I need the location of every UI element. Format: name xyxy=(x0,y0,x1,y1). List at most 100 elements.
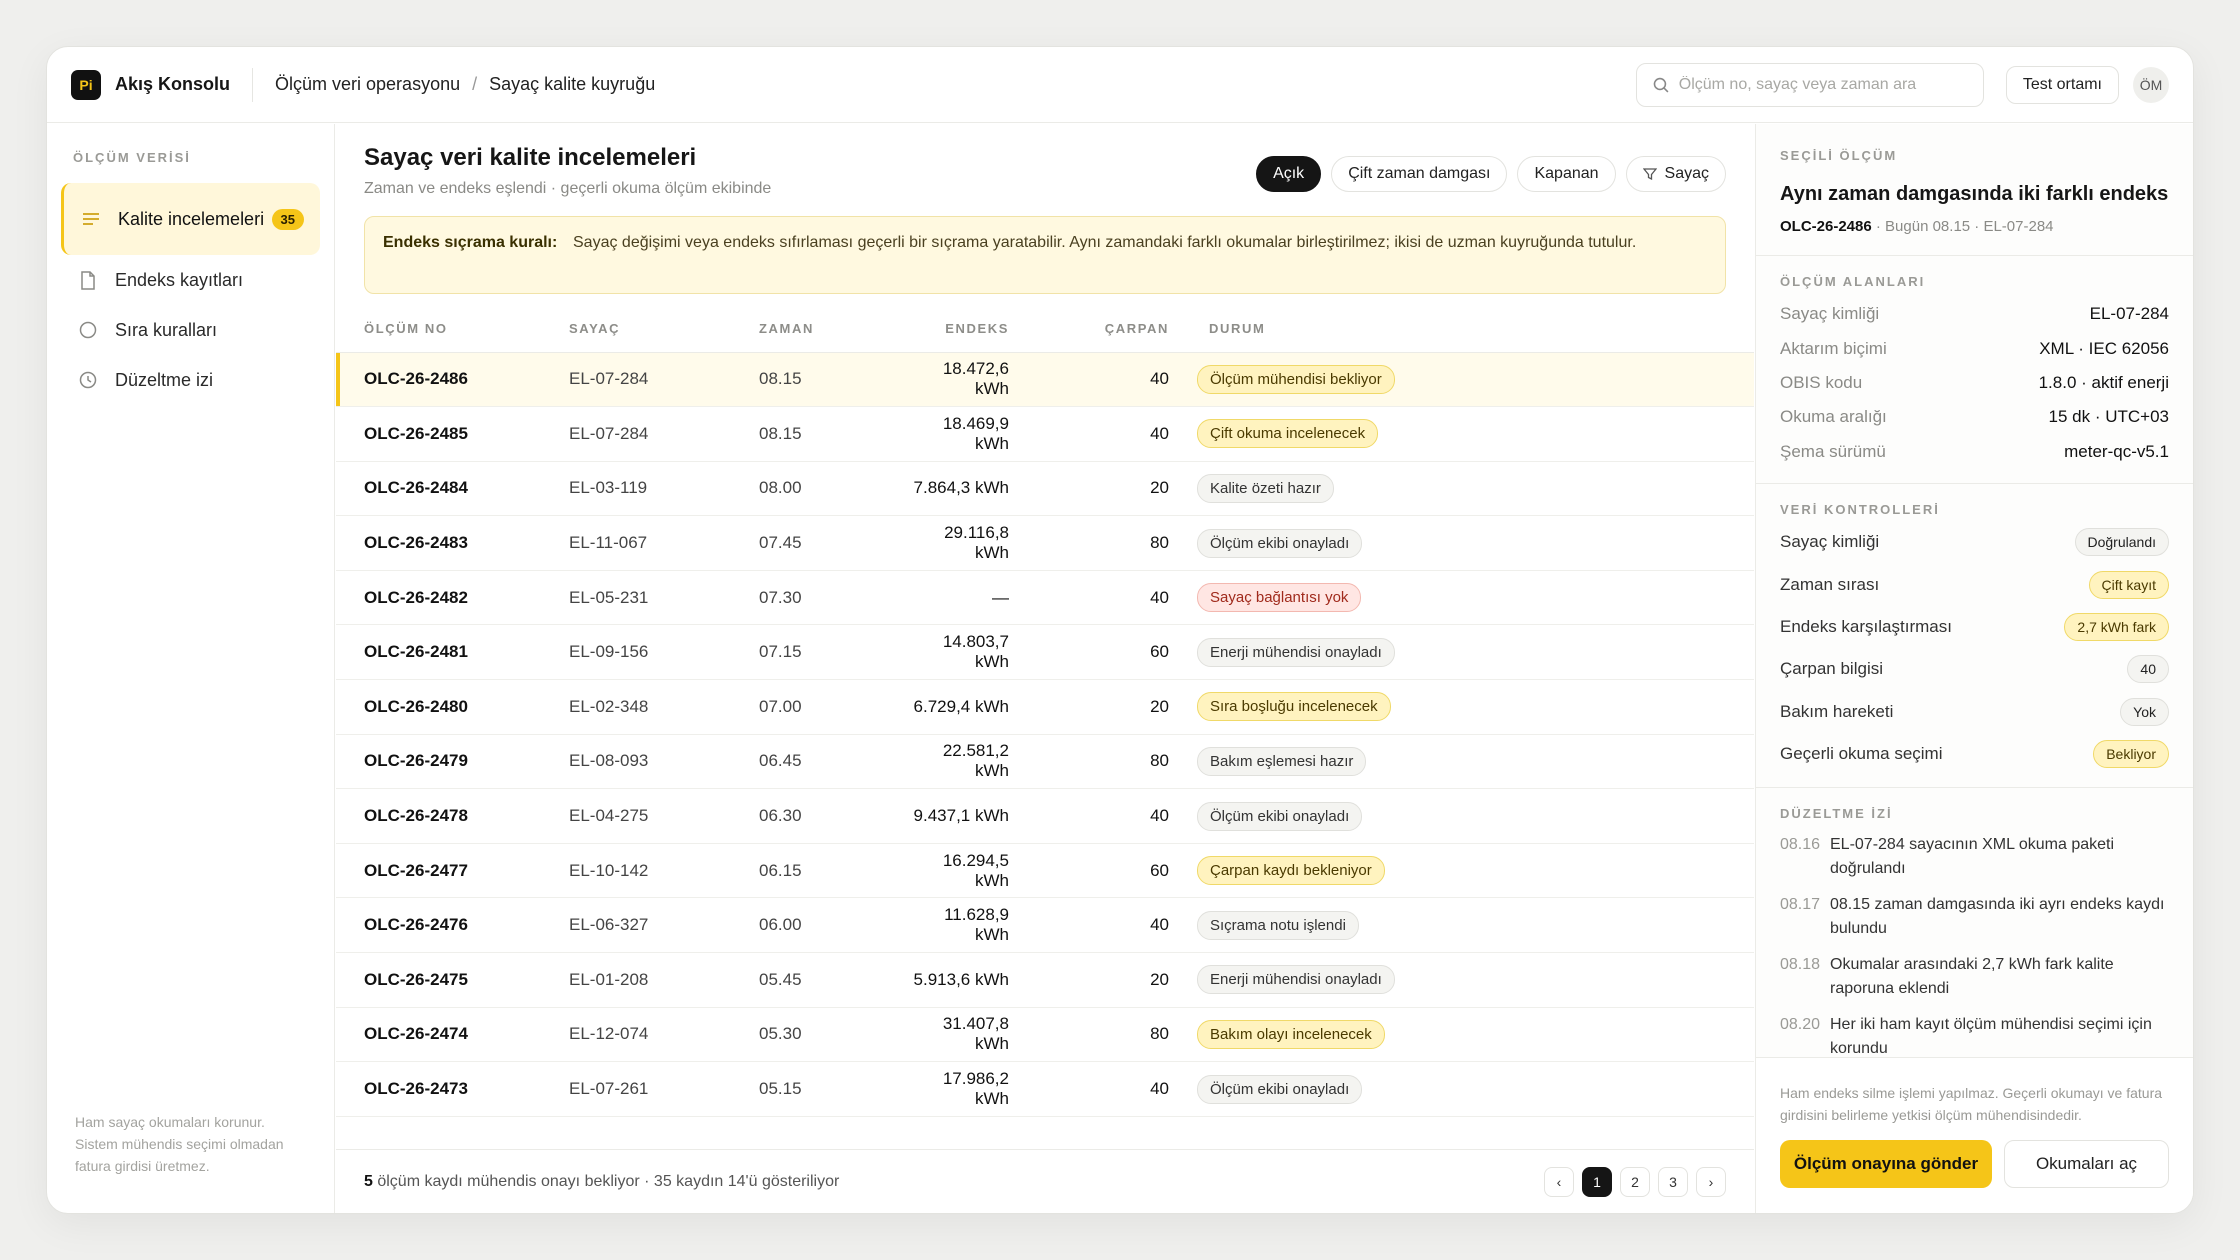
shield-icon xyxy=(77,321,99,339)
panel-section-title: SEÇİLİ ÖLÇÜM xyxy=(1780,148,1898,163)
page-1-button[interactable]: 1 xyxy=(1582,1166,1612,1197)
reading-time: 07.00 xyxy=(759,679,909,735)
reading-time: 06.00 xyxy=(759,897,909,954)
status-badge: Çift okuma incelenecek xyxy=(1197,419,1379,449)
table-row[interactable]: OLC-26-2481 EL-09-156 07.15 14.803,7 kWh 60 E… xyxy=(336,624,1754,681)
filter-closed[interactable]: Kapanan xyxy=(1517,156,1616,192)
filter-open[interactable]: Açık xyxy=(1256,156,1322,192)
table-row[interactable]: OLC-26-2475 EL-01-208 05.45 5.913,6 kWh 20 En… xyxy=(336,952,1754,1008)
meter-id: EL-12-074 xyxy=(569,1007,759,1063)
index-value: 5.913,6 kWh xyxy=(909,952,1009,1008)
log-text: Okumalar arasındaki 2,7 kWh fark kalite … xyxy=(1830,956,2114,998)
column-header-status[interactable]: DURUM xyxy=(1169,306,1754,353)
field-key: Okuma aralığı xyxy=(1780,407,1887,427)
sidebar-item-label: Endeks kayıtları xyxy=(115,270,244,290)
reading-time: 05.45 xyxy=(759,952,909,1008)
app-title: Akış Konsolu xyxy=(115,74,231,94)
meter-id: EL-09-156 xyxy=(569,624,759,681)
open-readings-button[interactable]: Okumaları aç xyxy=(2004,1140,2169,1188)
multiplier-value: 20 xyxy=(1009,461,1169,517)
selected-reading-title: Aynı zaman damgasında iki farklı endeks xyxy=(1780,183,2169,205)
selected-reading-section: SEÇİLİ ÖLÇÜM Aynı zaman damgasında iki f… xyxy=(1756,124,2193,255)
app-logo: Pi xyxy=(71,69,101,100)
status-cell: Ölçüm mühendisi bekliyor xyxy=(1169,352,1754,408)
field-row: Aktarım biçimi XML · IEC 62056 xyxy=(1780,331,2169,365)
status-cell: Bakım olayı incelenecek xyxy=(1169,1007,1754,1063)
environment-button[interactable]: Test ortamı xyxy=(2005,65,2119,104)
page-2-button[interactable]: 2 xyxy=(1620,1166,1650,1197)
status-badge: Enerji mühendisi onayladı xyxy=(1197,637,1395,667)
sidebar-section-title: ÖLÇÜM VERİSİ xyxy=(73,150,191,165)
readings-table: ÖLÇÜM NO SAYAÇ ZAMAN ENDEKS ÇARPAN DURUM… xyxy=(336,306,1754,1117)
filter-duplicate-timestamp[interactable]: Çift zaman damgası xyxy=(1331,156,1508,192)
table-row[interactable]: OLC-26-2474 EL-12-074 05.30 31.407,8 kWh 80 B… xyxy=(336,1007,1754,1063)
column-header-meter[interactable]: SAYAÇ xyxy=(569,306,759,353)
table-row[interactable]: OLC-26-2483 EL-11-067 07.45 29.116,8 kWh 80 Ö… xyxy=(336,515,1754,571)
index-value: 29.116,8 kWh xyxy=(909,515,1009,571)
status-cell: Sayaç bağlantısı yok xyxy=(1169,570,1754,626)
detail-panel: SEÇİLİ ÖLÇÜM Aynı zaman damgasında iki f… xyxy=(1755,124,2193,1213)
header-divider xyxy=(252,67,254,102)
table-row[interactable]: OLC-26-2478 EL-04-275 06.30 9.437,1 kWh 40 Öl… xyxy=(336,788,1754,844)
filter-meter[interactable]: Sayaç xyxy=(1625,156,1726,192)
multiplier-value: 40 xyxy=(1009,406,1169,462)
index-value: 16.294,5 kWh xyxy=(909,843,1009,899)
log-entry: 08.20 Her iki ham kayıt ölçüm mühendisi s… xyxy=(1780,1013,2169,1061)
fields-section-title: ÖLÇÜM ALANLARI xyxy=(1780,274,1926,289)
table-row[interactable]: OLC-26-2479 EL-08-093 06.45 22.581,2 kWh 80 B… xyxy=(336,734,1754,790)
status-cell: Bakım eşlemesi hazır xyxy=(1169,734,1754,790)
status-badge: Sayaç bağlantısı yok xyxy=(1197,583,1362,613)
check-status-badge: Çift kayıt xyxy=(2088,570,2169,599)
page-3-button[interactable]: 3 xyxy=(1658,1166,1688,1197)
table-row[interactable]: OLC-26-2477 EL-10-142 06.15 16.294,5 kWh 60 Ç… xyxy=(336,843,1754,899)
table-row[interactable]: OLC-26-2473 EL-07-261 05.15 17.986,2 kWh 40 Ö… xyxy=(336,1061,1754,1117)
check-label: Geçerli okuma seçimi xyxy=(1780,744,1943,764)
sidebar-item-label: Sıra kuralları xyxy=(115,320,218,340)
reading-id: OLC-26-2476 xyxy=(336,897,569,954)
next-page-button[interactable]: › xyxy=(1696,1166,1726,1197)
field-row: Okuma aralığı 15 dk · UTC+03 xyxy=(1780,400,2169,434)
field-value: EL-07-284 xyxy=(2089,304,2169,324)
check-row: Bakım hareketi Yok xyxy=(1780,691,2169,733)
multiplier-value: 40 xyxy=(1009,1061,1169,1117)
table-row[interactable]: OLC-26-2484 EL-03-119 08.00 7.864,3 kWh 20 Ka… xyxy=(336,461,1754,517)
status-cell: Ölçüm ekibi onayladı xyxy=(1169,1061,1754,1117)
column-header-index[interactable]: ENDEKS xyxy=(909,306,1009,353)
sidebar-item-quality-reviews[interactable]: Kalite incelemeleri 35 xyxy=(61,183,320,255)
sidebar-item-order-rules[interactable]: Sıra kuralları xyxy=(61,305,320,355)
status-badge: Sıra boşluğu incelenecek xyxy=(1197,692,1391,722)
check-label: Bakım hareketi xyxy=(1780,701,1894,721)
table-row[interactable]: OLC-26-2476 EL-06-327 06.00 11.628,9 kWh 40 S… xyxy=(336,897,1754,954)
status-badge: Ölçüm ekibi onayladı xyxy=(1197,1074,1363,1104)
table-row[interactable]: OLC-26-2482 EL-05-231 07.30—40 Sayaç bağlan… xyxy=(336,570,1754,626)
prev-page-button[interactable]: ‹ xyxy=(1544,1166,1574,1197)
rule-notice: Endeks sıçrama kuralı: Sayaç değişimi ve… xyxy=(364,216,1726,294)
log-entry: 08.17 08.15 zaman damgasında iki ayrı end… xyxy=(1780,893,2169,941)
column-header-multiplier[interactable]: ÇARPAN xyxy=(1009,306,1169,353)
send-to-approval-button[interactable]: Ölçüm onayına gönder xyxy=(1780,1140,1992,1188)
table-row[interactable]: OLC-26-2486 EL-07-284 08.15 18.472,6 kWh 40 Ö… xyxy=(336,352,1754,408)
status-cell: Enerji mühendisi onayladı xyxy=(1169,952,1754,1008)
table-row[interactable]: OLC-26-2480 EL-02-348 07.00 6.729,4 kWh 20 Sı… xyxy=(336,679,1754,735)
breadcrumb-item-operation[interactable]: Ölçüm veri operasyonu xyxy=(275,74,460,95)
search-input[interactable] xyxy=(1678,75,1967,94)
field-row: Sayaç kimliği EL-07-284 xyxy=(1780,297,2169,331)
reading-id: OLC-26-2473 xyxy=(336,1061,569,1117)
table-row[interactable]: OLC-26-2485 EL-07-284 08.15 18.469,9 kWh 40 Ç… xyxy=(336,406,1754,462)
column-header-id[interactable]: ÖLÇÜM NO xyxy=(336,306,569,353)
meter-id: EL-03-119 xyxy=(569,461,759,517)
column-header-time[interactable]: ZAMAN xyxy=(759,306,909,353)
sidebar-item-correction-trail[interactable]: Düzeltme izi xyxy=(61,355,320,405)
reading-time: 07.45 xyxy=(759,515,909,571)
avatar[interactable]: ÖM xyxy=(2133,66,2169,103)
log-entry: 08.18 Okumalar arasındaki 2,7 kWh fark ka… xyxy=(1780,953,2169,1001)
meter-id: EL-04-275 xyxy=(569,788,759,844)
selected-reading-meta-rest: · Bugün 08.15 · EL-07-284 xyxy=(1871,218,2054,235)
reading-id: OLC-26-2478 xyxy=(336,788,569,844)
sidebar-item-index-records[interactable]: Endeks kayıtları xyxy=(61,255,320,305)
log-time: 08.16 xyxy=(1780,836,1821,854)
index-value: 6.729,4 kWh xyxy=(909,679,1009,735)
field-row: OBIS kodu 1.8.0 · aktif enerji xyxy=(1780,366,2169,400)
status-cell: Sıra boşluğu incelenecek xyxy=(1169,679,1754,735)
clock-icon xyxy=(77,371,99,389)
